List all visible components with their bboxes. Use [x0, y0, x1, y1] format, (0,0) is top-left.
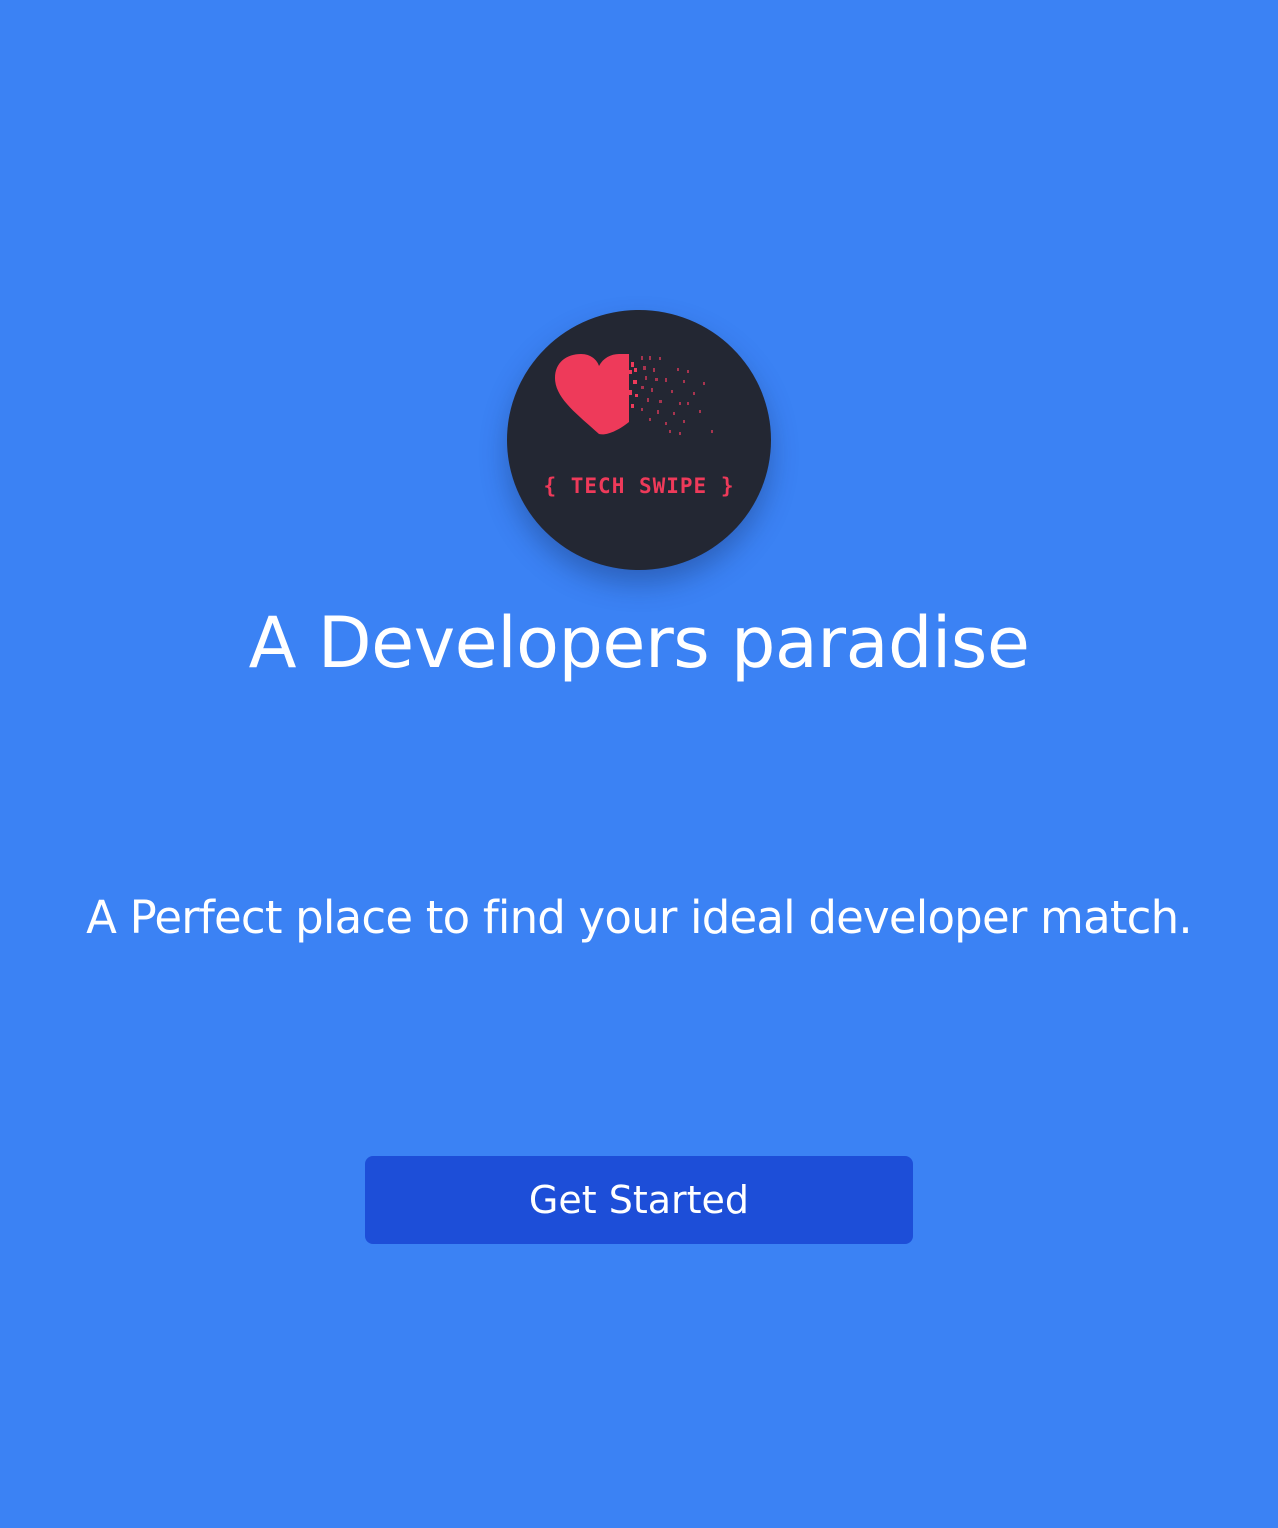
- logo-wordmark: { TECH SWIPE }: [543, 474, 735, 498]
- tagline: A Perfect place to find your ideal devel…: [86, 891, 1193, 944]
- heart-icon: [555, 354, 713, 435]
- tech-swipe-logo: { TECH SWIPE }: [507, 310, 771, 570]
- page-title: A Developers paradise: [248, 602, 1030, 684]
- get-started-button[interactable]: Get Started: [365, 1156, 913, 1244]
